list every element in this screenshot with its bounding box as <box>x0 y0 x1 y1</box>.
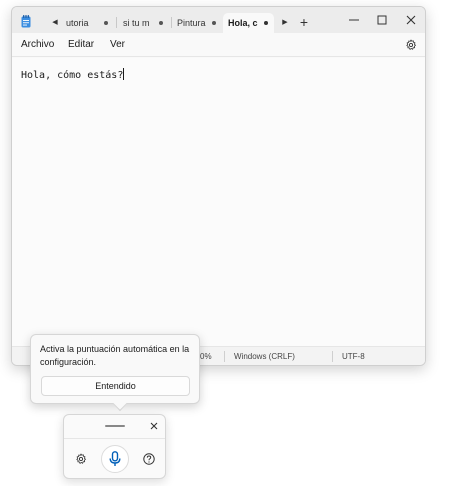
text-caret <box>123 68 125 80</box>
tab-3[interactable]: Pintura <box>173 13 222 33</box>
maximize-button[interactable] <box>370 11 394 29</box>
voice-typing-panel <box>63 414 166 479</box>
unsaved-dot-icon <box>104 21 108 25</box>
close-window-button[interactable] <box>399 11 423 29</box>
gear-icon[interactable] <box>405 39 417 51</box>
gear-icon[interactable] <box>75 453 87 465</box>
scroll-tabs-right-button[interactable]: ▶ <box>278 13 292 31</box>
unsaved-dot-icon <box>264 21 268 25</box>
scroll-tabs-left-button[interactable]: ◀ <box>48 13 62 31</box>
status-divider <box>332 351 333 362</box>
tip-arrow <box>112 396 128 412</box>
maximize-icon <box>377 15 387 25</box>
tab-label: utoria <box>66 18 89 28</box>
close-icon <box>406 15 416 25</box>
menu-archivo[interactable]: Archivo <box>21 39 54 50</box>
triangle-left-icon: ◀ <box>52 19 58 26</box>
notepad-icon <box>21 15 31 28</box>
title-bar: ◀ utoria si tu m Pintura Hola, c ▶ + <box>12 7 425 33</box>
tab-separator <box>171 17 172 28</box>
status-zoom: 0% <box>200 352 212 361</box>
got-it-button[interactable]: Entendido <box>41 376 190 396</box>
tab-1[interactable]: utoria <box>62 13 114 33</box>
text-editor[interactable]: Hola, cómo estás? <box>12 58 425 348</box>
tab-separator <box>116 17 117 28</box>
tab-label: Pintura <box>177 18 206 28</box>
panel-divider <box>64 438 165 439</box>
unsaved-dot-icon <box>212 21 216 25</box>
triangle-right-icon: ▶ <box>282 19 288 26</box>
tab-label: si tu m <box>123 18 150 28</box>
close-icon[interactable] <box>148 420 160 432</box>
status-line-ending: Windows (CRLF) <box>234 352 295 361</box>
status-divider <box>224 351 225 362</box>
menu-ver[interactable]: Ver <box>110 39 125 50</box>
status-encoding: UTF-8 <box>342 352 365 361</box>
voice-typing-tip: Activa la puntuación automática en la co… <box>30 334 200 412</box>
microphone-button[interactable] <box>101 445 129 473</box>
minimize-button[interactable] <box>342 11 366 29</box>
microphone-icon <box>109 451 121 466</box>
new-tab-button[interactable]: + <box>297 14 311 30</box>
tip-message: Activa la puntuación automática en la co… <box>40 344 190 367</box>
tab-2[interactable]: si tu m <box>119 13 169 33</box>
drag-handle[interactable] <box>105 425 125 427</box>
editor-text: Hola, cómo estás? <box>21 70 124 81</box>
menu-bar: Archivo Editar Ver <box>12 33 425 57</box>
tab-4-active[interactable]: Hola, c <box>223 13 274 33</box>
help-icon[interactable] <box>143 453 155 465</box>
tab-label: Hola, c <box>228 18 258 28</box>
menu-editar[interactable]: Editar <box>68 39 94 50</box>
notepad-window: ◀ utoria si tu m Pintura Hola, c ▶ + Arc… <box>11 6 426 366</box>
unsaved-dot-icon <box>159 21 163 25</box>
minimize-icon <box>349 19 359 21</box>
